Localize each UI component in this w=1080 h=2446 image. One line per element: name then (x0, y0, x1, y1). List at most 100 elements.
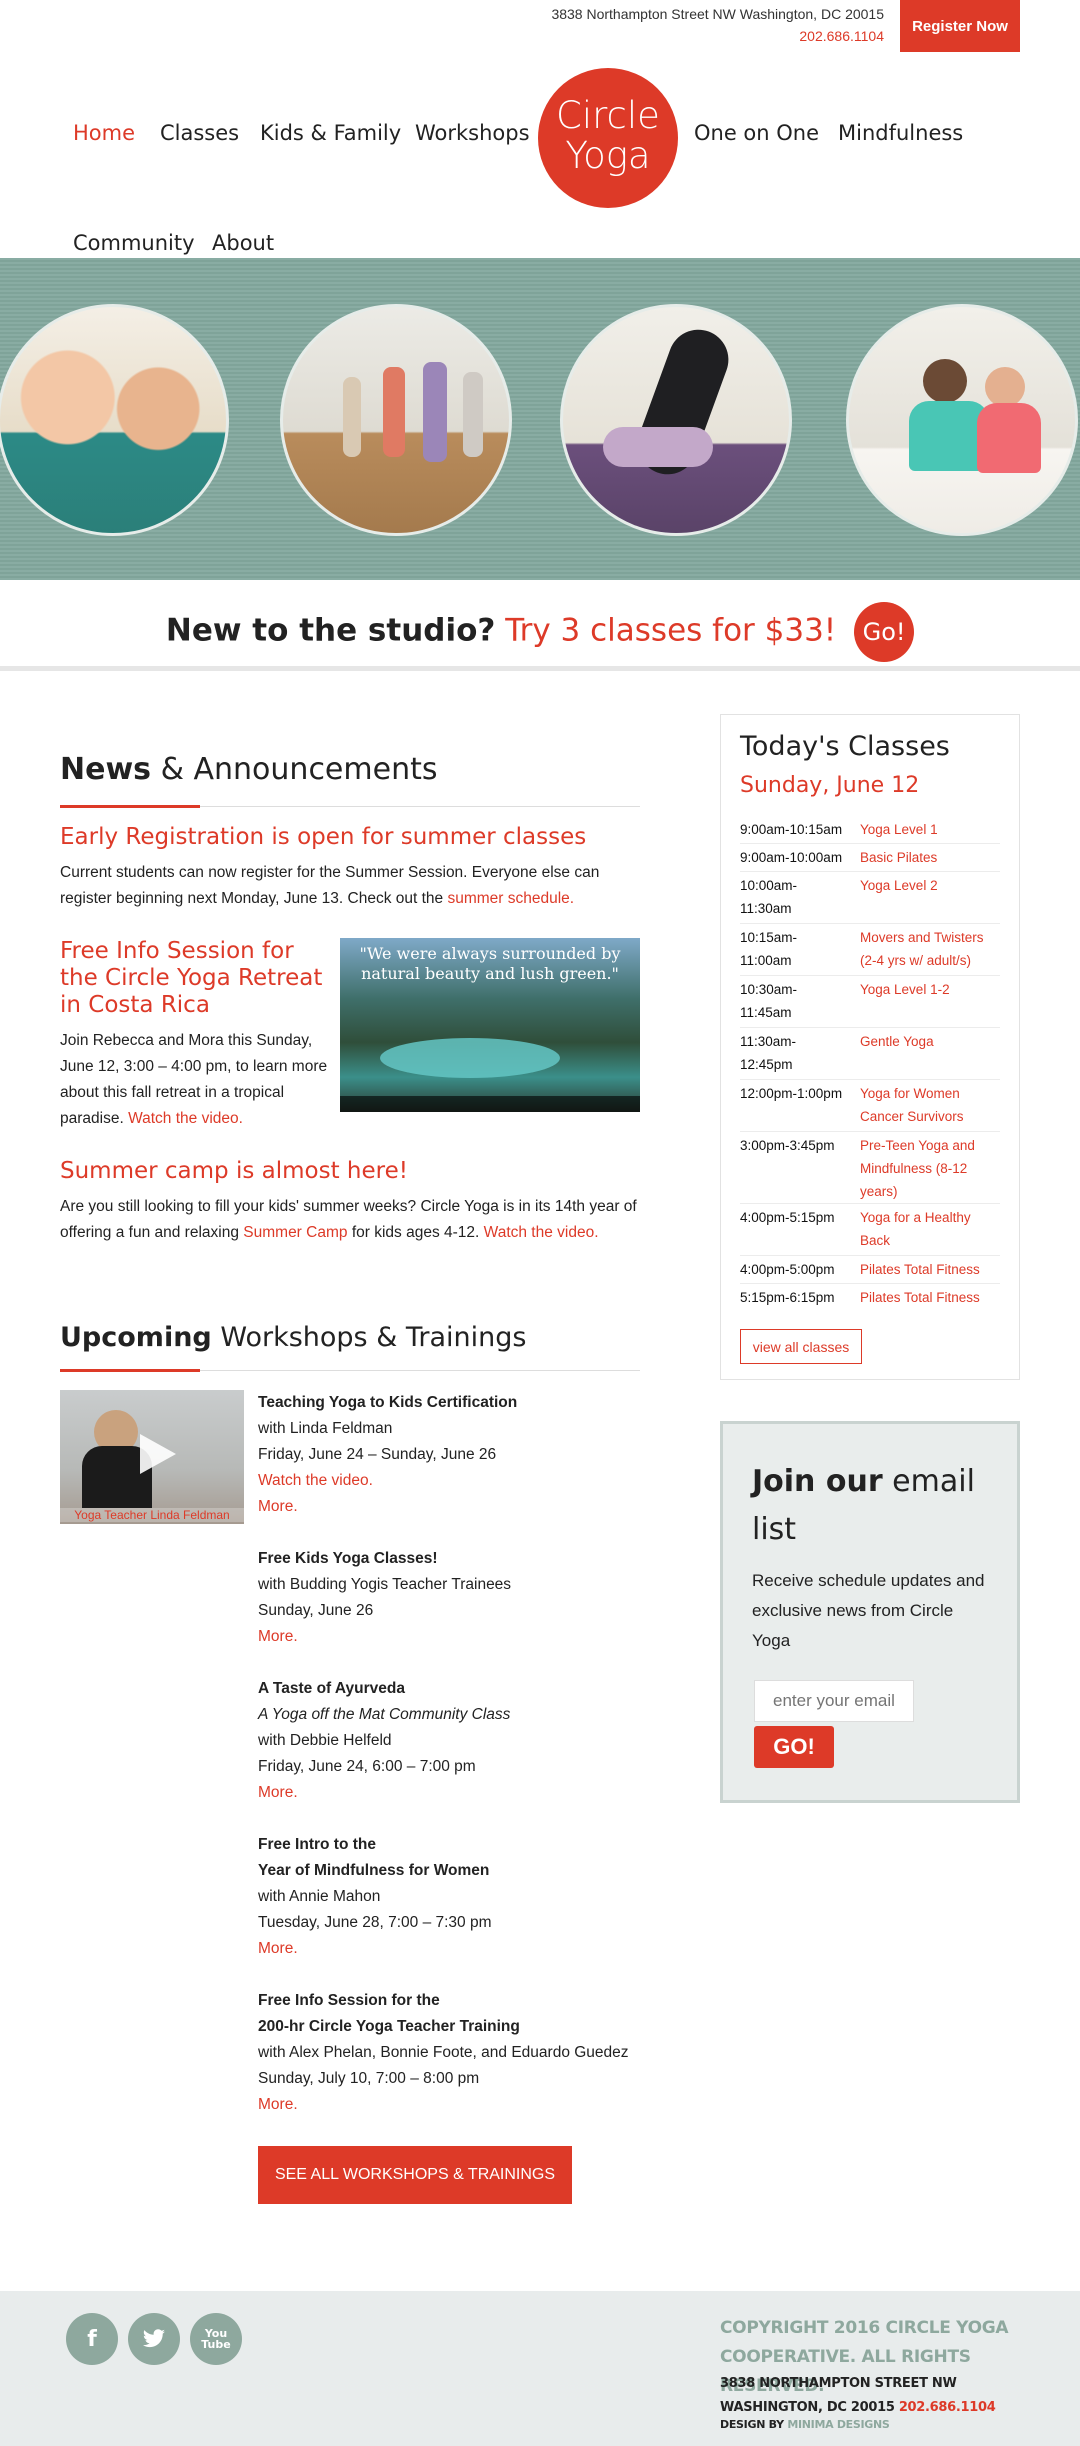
class-time: 10:00am-11:30am (740, 878, 798, 916)
summer-schedule-link[interactable]: summer schedule. (447, 890, 574, 907)
see-all-workshops-button[interactable]: SEE ALL WORKSHOPS & TRAININGS (258, 2146, 572, 2204)
class-name[interactable]: Basic Pilates (860, 846, 1000, 869)
youtube-icon[interactable]: You Tube (190, 2313, 242, 2365)
class-name[interactable]: Yoga Level 2 (860, 874, 1000, 897)
news-heading-2[interactable]: Free Info Session for the Circle Yoga Re… (60, 938, 330, 1019)
nav-community[interactable]: Community (73, 231, 195, 255)
class-time: 11:30am-12:45pm (740, 1034, 797, 1072)
class-name[interactable]: Pilates Total Fitness (860, 1286, 1000, 1309)
class-row: 10:15am-11:00am Movers and Twisters (2-4… (740, 926, 1000, 976)
todays-classes-title: Today's Classes (740, 731, 950, 762)
workshop-1-with: with Linda Feldman (258, 1420, 393, 1437)
promo-divider (0, 666, 1080, 671)
class-name[interactable]: Gentle Yoga (860, 1030, 1000, 1053)
workshop-3-title[interactable]: A Taste of Ayurveda (258, 1676, 510, 1702)
logo-line-1: Circle (556, 94, 660, 137)
footer-address: 3838 NORTHAMPTON STREET NW WASHINGTON, D… (720, 2372, 1040, 2420)
twitter-bird-glyph (143, 2329, 165, 2348)
workshop-5-more-link[interactable]: More. (258, 2092, 629, 2118)
footer-design-credit: DESIGN BY MINIMA DESIGNS (720, 2418, 890, 2431)
circle-yoga-logo[interactable]: Circle Yoga (538, 68, 678, 208)
workshop-5-with: with Alex Phelan, Bonnie Foote, and Edua… (258, 2044, 629, 2061)
pool-graphic (380, 1038, 560, 1078)
email-title-bold: Join our (752, 1464, 883, 1499)
workshop-4-with: with Annie Mahon (258, 1888, 381, 1905)
workshops-title-bold: Upcoming (60, 1322, 212, 1353)
promo-offer[interactable]: Try 3 classes for $33! (505, 613, 836, 649)
workshop-1-date: Friday, June 24 – Sunday, June 26 (258, 1446, 497, 1463)
workshop-1-title[interactable]: Teaching Yoga to Kids Certification (258, 1390, 517, 1416)
class-row: 4:00pm-5:00pm Pilates Total Fitness (740, 1258, 1000, 1284)
class-name[interactable]: Yoga for a Healthy Back (860, 1206, 1000, 1252)
summer-camp-link[interactable]: Summer Camp (243, 1224, 347, 1241)
workshop-video-thumbnail[interactable]: Yoga Teacher Linda Feldman (60, 1390, 244, 1524)
promo-go-button[interactable]: Go! (854, 602, 915, 662)
workshop-item-3: A Taste of Ayurveda A Yoga off the Mat C… (258, 1676, 510, 1806)
nav-kids-family[interactable]: Kids & Family (260, 121, 401, 145)
twitter-icon[interactable] (128, 2313, 180, 2365)
class-name[interactable]: Yoga for Women Cancer Survivors (860, 1082, 1000, 1128)
email-go-button[interactable]: GO! (754, 1726, 834, 1768)
workshop-4-title-2[interactable]: Year of Mindfulness for Women (258, 1858, 492, 1884)
workshop-3-subtitle: A Yoga off the Mat Community Class (258, 1706, 511, 1723)
register-now-button[interactable]: Register Now (900, 0, 1020, 52)
footer-phone[interactable]: 202.686.1104 (899, 2400, 996, 2415)
class-row: 9:00am-10:15am Yoga Level 1 (740, 818, 1000, 844)
designer-link[interactable]: MINIMA DESIGNS (787, 2418, 890, 2431)
workshop-3-more-link[interactable]: More. (258, 1780, 510, 1806)
email-signup-title: Join our email list (752, 1458, 1002, 1554)
nav-classes[interactable]: Classes (160, 121, 239, 145)
play-icon[interactable] (140, 1434, 176, 1474)
facebook-icon[interactable]: f (66, 2313, 118, 2365)
workshop-2-with: with Budding Yogis Teacher Trainees (258, 1576, 512, 1593)
class-time: 12:00pm-1:00pm (740, 1086, 843, 1101)
summer-camp-video-link[interactable]: Watch the video. (484, 1224, 599, 1241)
thumbnail-caption: Yoga Teacher Linda Feldman (60, 1508, 244, 1522)
class-row: 3:00pm-3:45pm Pre-Teen Yoga and Mindfuln… (740, 1134, 1000, 1204)
class-time: 5:15pm-6:15pm (740, 1290, 835, 1305)
nav-one-on-one[interactable]: One on One (694, 121, 819, 145)
class-name[interactable]: Yoga Level 1 (860, 818, 1000, 841)
workshop-3-with: with Debbie Helfeld (258, 1732, 392, 1749)
class-name[interactable]: Yoga Level 1-2 (860, 978, 1000, 1001)
video-controls-bar[interactable] (340, 1096, 640, 1112)
email-input[interactable] (754, 1680, 914, 1722)
workshop-2-more-link[interactable]: More. (258, 1624, 511, 1650)
todays-classes-date: Sunday, June 12 (740, 773, 920, 798)
news-rule (60, 805, 640, 808)
workshop-5-title-1[interactable]: Free Info Session for the (258, 1988, 629, 2014)
class-name[interactable]: Pilates Total Fitness (860, 1258, 1000, 1281)
class-time: 4:00pm-5:00pm (740, 1262, 835, 1277)
class-row: 12:00pm-1:00pm Yoga for Women Cancer Sur… (740, 1082, 1000, 1132)
news-heading-1[interactable]: Early Registration is open for summer cl… (60, 824, 640, 851)
yoga-pose-photo (560, 304, 792, 536)
view-all-classes-button[interactable]: view all classes (740, 1329, 862, 1364)
news-text-3-body-b: for kids ages 4-12. (351, 1224, 480, 1241)
video-quote: "We were always surrounded by natural be… (359, 944, 621, 983)
news-heading-3[interactable]: Summer camp is almost here! (60, 1158, 640, 1185)
nav-mindfulness[interactable]: Mindfulness (838, 121, 963, 145)
workshop-4-title-1[interactable]: Free Intro to the (258, 1832, 492, 1858)
retreat-video-player[interactable]: "We were always surrounded by natural be… (340, 938, 640, 1112)
nav-home[interactable]: Home (73, 121, 135, 145)
class-name[interactable]: Pre-Teen Yoga and Mindfulness (8-12 year… (860, 1134, 1000, 1203)
nav-workshops[interactable]: Workshops (415, 121, 530, 145)
dance-class-photo (280, 304, 512, 536)
header-address: 3838 Northampton Street NW Washington, D… (551, 6, 884, 22)
news-text-2: Join Rebecca and Mora this Sunday, June … (60, 1028, 328, 1132)
workshop-4-more-link[interactable]: More. (258, 1936, 492, 1962)
class-time: 10:30am-11:45am (740, 982, 798, 1020)
header-phone[interactable]: 202.686.1104 (551, 25, 884, 47)
workshop-1-video-link[interactable]: Watch the video. (258, 1468, 517, 1494)
logo-line-2: Yoga (565, 134, 651, 177)
workshop-2-title[interactable]: Free Kids Yoga Classes! (258, 1546, 511, 1572)
class-row: 11:30am-12:45pm Gentle Yoga (740, 1030, 1000, 1080)
workshop-1-more-link[interactable]: More. (258, 1494, 517, 1520)
retreat-video-link[interactable]: Watch the video. (128, 1110, 243, 1127)
workshops-rule (60, 1369, 640, 1372)
class-name[interactable]: Movers and Twisters (2-4 yrs w/ adult/s) (860, 926, 1000, 972)
workshop-5-title-2[interactable]: 200-hr Circle Yoga Teacher Training (258, 2014, 629, 2040)
class-row: 10:00am-11:30am Yoga Level 2 (740, 874, 1000, 924)
nav-about[interactable]: About (212, 231, 274, 255)
news-title: News & Announcements (60, 752, 437, 787)
